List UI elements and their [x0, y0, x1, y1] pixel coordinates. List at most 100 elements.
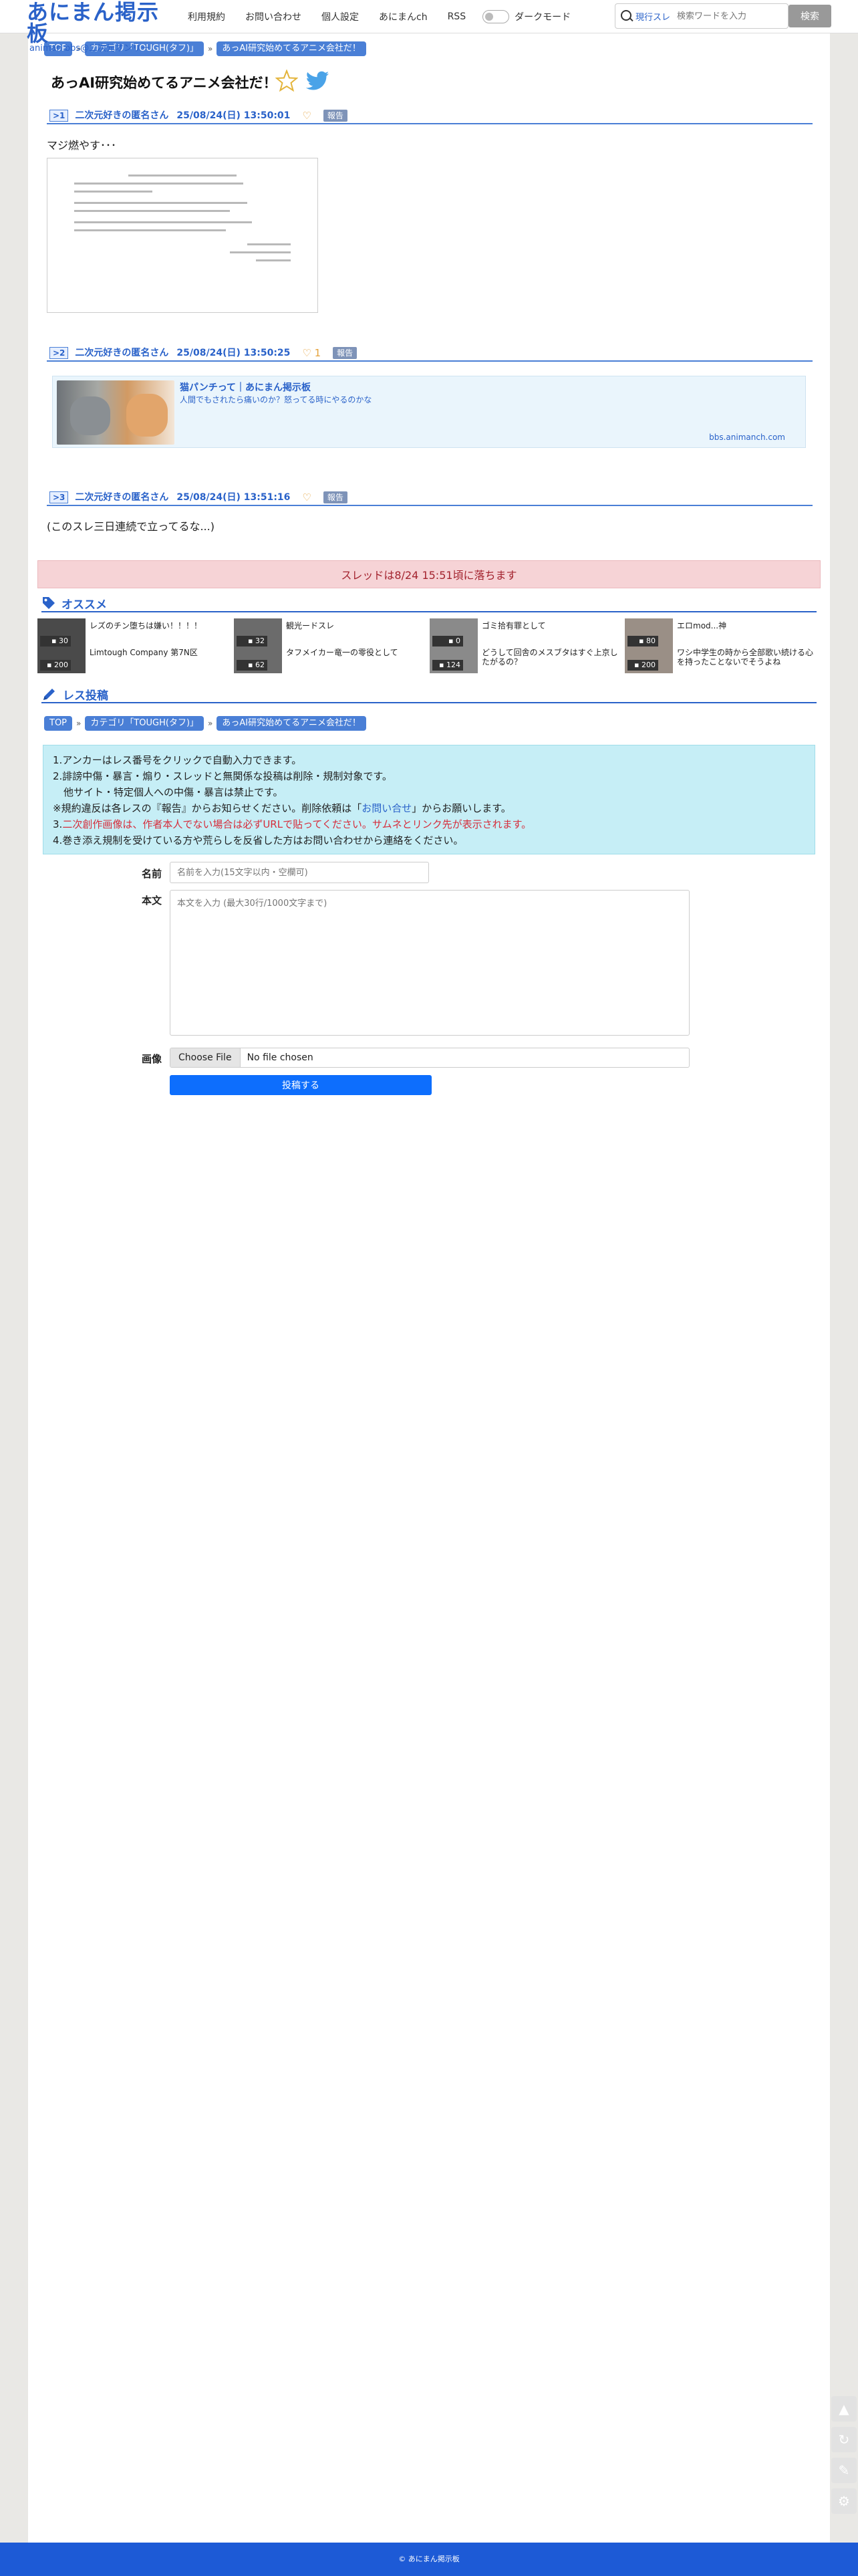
breadcrumb-thread[interactable]: あっAI研究始めてるアニメ会社だ！ — [217, 716, 366, 731]
scroll-top-icon[interactable]: ▲ — [831, 2396, 857, 2422]
breadcrumb-thread[interactable]: あっAI研究始めてるアニメ会社だ！ — [217, 41, 366, 56]
like-count: 1 — [314, 347, 321, 359]
image-label: 画像 — [142, 1053, 162, 1065]
recommend-thumbnail: ▪ 32 ▪ 62 — [234, 618, 282, 673]
file-status: No file chosen — [247, 1052, 313, 1063]
rule-line: 3.二次創作画像は、作者本人でない場合は必ずURLで貼ってください。サムネとリン… — [53, 818, 532, 830]
post-header: >2 二次元好きの匿名さん 25/08/24(日) 13:50:25 ♡ 1 報… — [47, 347, 813, 362]
main-nav: 利用規約 お問い合わせ 個人設定 あにまんch RSS ダークモード — [178, 0, 571, 33]
reply-count-badge: ▪ 30 — [40, 636, 71, 647]
breadcrumb-separator: » — [208, 719, 213, 728]
body-label: 本文 — [142, 895, 162, 907]
reply-count-badge: ▪ 0 — [432, 636, 463, 647]
reply-count-badge: ▪ 200 — [627, 660, 658, 671]
recommend-item[interactable]: ▪ 30 ▪ 200 レズのチン堕ちは嫌い！！！！ Limtough Compa… — [37, 618, 231, 673]
post-number[interactable]: >3 — [49, 491, 69, 503]
site-header: あにまん掲示板 animan bbs@二次元オンリー 利用規約 お問い合わせ 個… — [0, 0, 858, 53]
recommend-item-title: エロmod...神 — [677, 621, 727, 630]
recommend-item[interactable]: ▪ 80 ▪ 200 エロmod...神 ワシ中学生の時から全部歌い続ける心を持… — [625, 618, 819, 673]
poster-name: 二次元好きの匿名さん — [75, 492, 169, 503]
post-header: >1 二次元好きの匿名さん 25/08/24(日) 13:50:01 ♡ 報告 — [47, 110, 813, 124]
report-button[interactable]: 報告 — [333, 347, 358, 359]
report-button[interactable]: 報告 — [323, 110, 347, 122]
recommend-item-title: 観光ードスレ — [286, 621, 335, 630]
body-textarea[interactable] — [170, 890, 690, 1036]
posting-rules: 1.アンカーはレス番号をクリックで自動入力できます。 2.誹謗中傷・暴言・煽り・… — [43, 745, 815, 854]
recommend-item-title: ゴミ拾有罪として — [482, 621, 546, 630]
name-field[interactable] — [170, 862, 429, 883]
thread-title: あっAI研究始めてるアニメ会社だ！ — [51, 75, 277, 91]
site-logo[interactable]: あにまん掲示板 animan bbs@二次元オンリー — [27, 1, 167, 53]
post-number[interactable]: >2 — [49, 347, 69, 359]
link-preview-card[interactable]: 猫パンチって｜あにまん掲示板 人間でもされたら痛いのか？怒ってる時にやるのかな … — [52, 376, 806, 448]
left-margin — [0, 0, 28, 2576]
breadcrumb: TOP » カテゴリ「TOUGH(タフ)」 » あっAI研究始めてるアニメ会社だ… — [44, 716, 366, 731]
reply-header: レス投稿 — [41, 686, 817, 703]
submit-button[interactable]: 投稿する — [170, 1075, 432, 1095]
contact-link[interactable]: お問い合せ — [362, 802, 412, 814]
logo-title: あにまん掲示板 — [27, 0, 160, 46]
recommend-item[interactable]: ▪ 32 ▪ 62 観光ードスレ タフメイカー竜一の零役として — [234, 618, 428, 673]
choose-file-button[interactable]: Choose File — [170, 1048, 241, 1067]
recommend-header: オススメ — [41, 595, 817, 612]
link-domain: bbs.animanch.com — [709, 433, 785, 442]
reply-count-badge: ▪ 62 — [237, 660, 267, 671]
name-label: 名前 — [142, 868, 162, 880]
recommend-title: オススメ — [61, 598, 107, 612]
search-button[interactable]: 検索 — [789, 5, 831, 27]
rule-line: 2.誹謗中傷・暴言・煽り・スレッドと無関係な投稿は削除・規制対象です。 — [53, 770, 392, 782]
link-title[interactable]: 猫パンチって｜あにまん掲示板 — [180, 380, 311, 394]
nav-terms[interactable]: 利用規約 — [178, 10, 235, 23]
image-file-input[interactable]: Choose File No file chosen — [170, 1048, 690, 1068]
edit-icon[interactable]: ✎ — [831, 2458, 857, 2483]
recommend-thumbnail: ▪ 80 ▪ 200 — [625, 618, 673, 673]
nav-contact[interactable]: お問い合わせ — [235, 10, 311, 23]
like-heart-icon[interactable]: ♡ — [302, 491, 311, 503]
tag-icon — [43, 597, 55, 609]
rule-line: 4.巻き添え規制を受けている方や荒らしを反省した方はお問い合わせから連絡をくださ… — [53, 834, 464, 846]
recommend-thumbnail: ▪ 30 ▪ 200 — [37, 618, 86, 673]
report-button[interactable]: 報告 — [323, 491, 347, 503]
recommend-item-subtitle: Limtough Company 第7N区 — [90, 648, 198, 657]
twitter-icon[interactable] — [306, 71, 330, 92]
post-number[interactable]: >1 — [49, 110, 69, 122]
post-body: (このスレ三日連続で立ってるな...) — [47, 520, 214, 533]
breadcrumb-top[interactable]: TOP — [44, 716, 73, 731]
poster-name: 二次元好きの匿名さん — [75, 348, 169, 358]
like-heart-icon[interactable]: ♡ — [302, 110, 311, 122]
search-input[interactable] — [677, 11, 778, 21]
recommend-item-subtitle: タフメイカー竜一の零役として — [286, 648, 398, 657]
like-heart-icon[interactable]: ♡ 1 — [302, 347, 321, 359]
link-thumbnail — [57, 380, 174, 445]
poster-name: 二次元好きの匿名さん — [75, 110, 169, 121]
toggle-switch[interactable] — [482, 10, 510, 23]
dark-mode-toggle[interactable]: ダークモード — [482, 10, 571, 23]
right-margin — [830, 0, 858, 2576]
search-box: 現行スレ — [615, 3, 789, 29]
logo-subtitle: animan bbs@二次元オンリー — [29, 43, 150, 53]
settings-gear-icon[interactable]: ⚙ — [831, 2488, 857, 2514]
nav-settings[interactable]: 個人設定 — [311, 10, 369, 23]
post-header: >3 二次元好きの匿名さん 25/08/24(日) 13:51:16 ♡ 報告 — [47, 491, 813, 506]
rule-line: 1.アンカーはレス番号をクリックで自動入力できます。 — [53, 754, 302, 766]
site-footer: © あにまん掲示板 — [0, 2543, 858, 2576]
thread-expiry-notice: スレッドは8/24 15:51頃に落ちます — [37, 560, 821, 588]
document-image[interactable] — [47, 158, 318, 313]
breadcrumb-category[interactable]: カテゴリ「TOUGH(タフ)」 — [85, 716, 204, 731]
post-body: マジ燃やす･･･ — [47, 139, 117, 152]
nav-rss[interactable]: RSS — [438, 11, 476, 22]
reply-count-badge: ▪ 200 — [40, 660, 71, 671]
recommend-item-title: レズのチン堕ちは嫌い！！！！ — [90, 621, 202, 630]
recommend-item[interactable]: ▪ 0 ▪ 124 ゴミ拾有罪として どうして回舎のメスブタはすぐ上京したがるの… — [430, 618, 623, 673]
nav-animanch[interactable]: あにまんch — [369, 10, 438, 23]
search-scope-select[interactable]: 現行スレ — [635, 10, 670, 23]
search-icon — [615, 3, 635, 29]
star-icon[interactable] — [275, 70, 298, 92]
recommend-thumbnail: ▪ 0 ▪ 124 — [430, 618, 478, 673]
dark-mode-label: ダークモード — [515, 12, 571, 23]
reload-icon[interactable]: ↻ — [831, 2427, 857, 2452]
link-description: 人間でもされたら痛いのか？怒ってる時にやるのかな — [180, 395, 372, 404]
rule-line: ※規約違反は各レスの『報告』からお知らせください。削除依頼は「お問い合せ」からお… — [53, 802, 511, 814]
recommend-item-subtitle: ワシ中学生の時から全部歌い続ける心を持ったことないでそうよね — [677, 648, 814, 667]
reply-count-badge: ▪ 80 — [627, 636, 658, 647]
